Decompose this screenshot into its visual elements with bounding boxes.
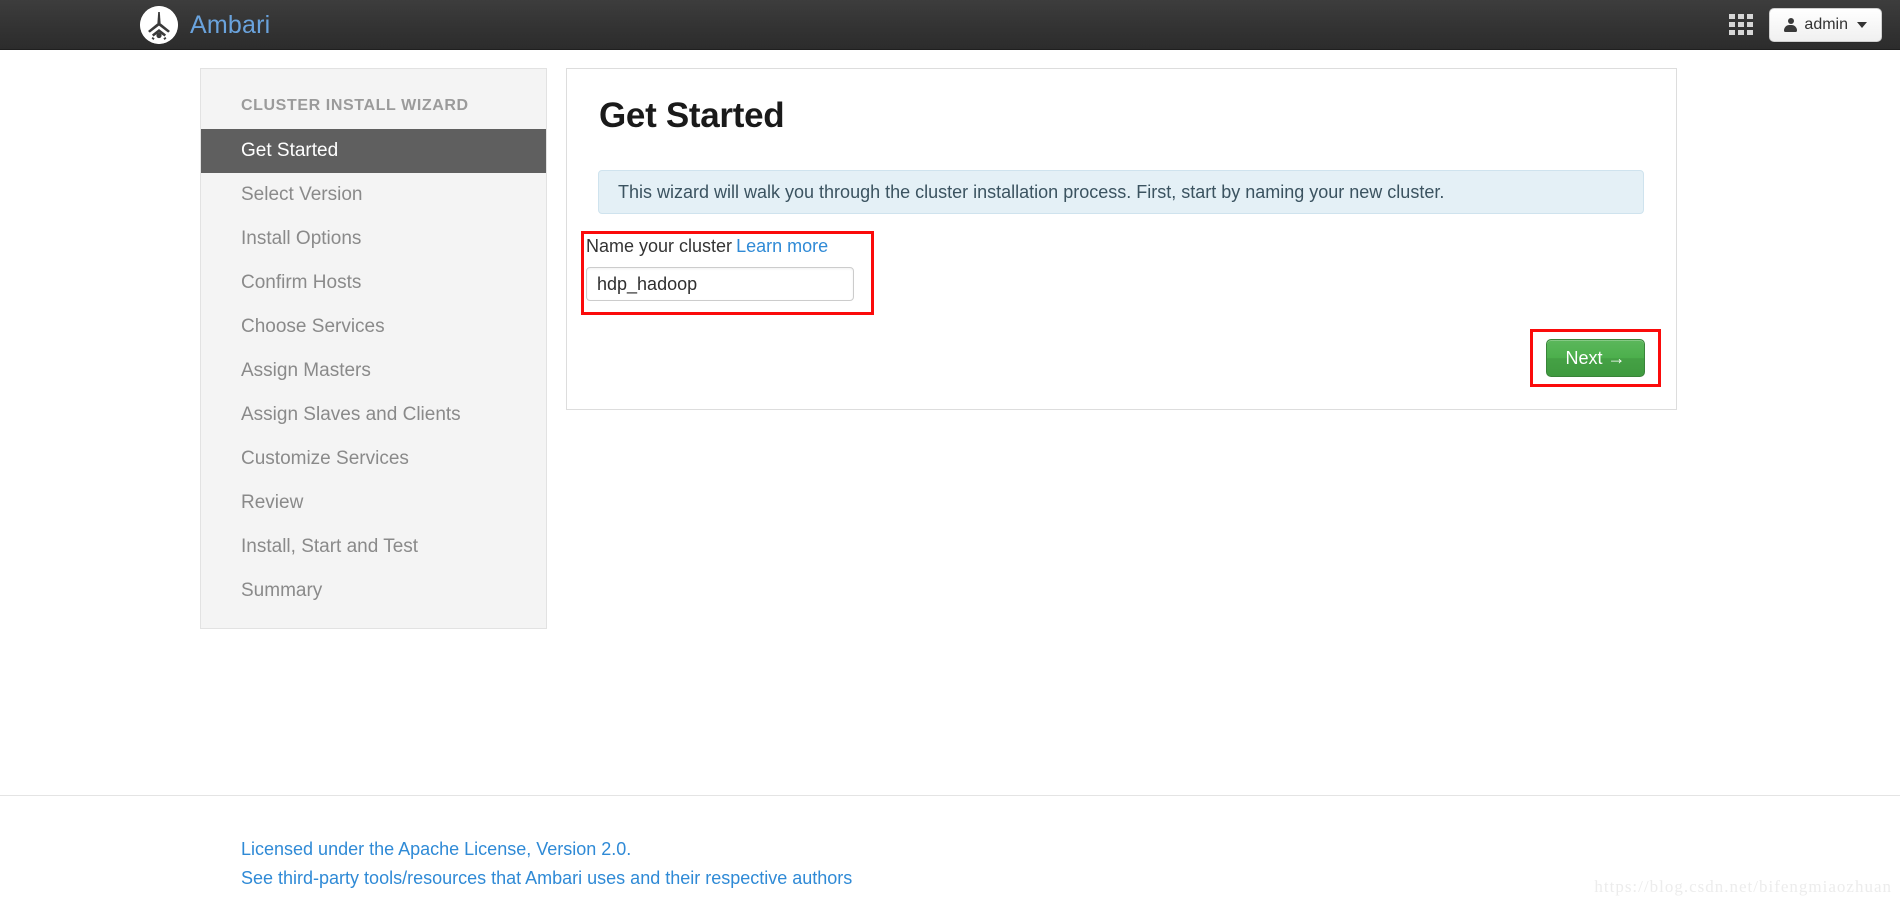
cluster-name-group: Name your cluster Learn more [586,236,869,301]
next-button[interactable]: Next → [1546,339,1645,377]
footer-divider [0,795,1900,796]
cluster-name-label-row: Name your cluster Learn more [586,236,869,257]
nav-right-group: admin [1729,0,1882,50]
learn-more-link[interactable]: Learn more [736,236,828,256]
chevron-down-icon [1857,22,1867,28]
top-navigation-bar: Ambari admin [0,0,1900,50]
sidebar-item-choose-services[interactable]: Choose Services [201,305,546,349]
third-party-tools-link[interactable]: See third-party tools/resources that Amb… [241,864,852,893]
footer: Licensed under the Apache License, Versi… [241,835,852,893]
user-icon [1784,18,1798,32]
cluster-name-input[interactable] [586,267,854,301]
sidebar-item-review[interactable]: Review [201,481,546,525]
ambari-logo-icon [140,6,178,44]
sidebar-item-summary[interactable]: Summary [201,569,546,613]
sidebar-item-assign-slaves-and-clients[interactable]: Assign Slaves and Clients [201,393,546,437]
cluster-install-wizard-sidebar: CLUSTER INSTALL WIZARD Get Started Selec… [200,68,547,629]
sidebar-item-install-options[interactable]: Install Options [201,217,546,261]
apps-grid-icon[interactable] [1729,14,1754,36]
apache-license-link[interactable]: Licensed under the Apache License, Versi… [241,835,852,864]
sidebar-item-assign-masters[interactable]: Assign Masters [201,349,546,393]
info-alert: This wizard will walk you through the cl… [598,170,1644,214]
sidebar-item-get-started[interactable]: Get Started [201,129,546,173]
cluster-name-label: Name your cluster [586,236,733,256]
brand-link[interactable]: Ambari [140,0,270,50]
page-title: Get Started [599,96,785,135]
watermark: https://blog.csdn.net/bifengmiaozhuan [1594,877,1892,896]
sidebar-item-install-start-and-test[interactable]: Install, Start and Test [201,525,546,569]
admin-label: admin [1804,16,1848,33]
brand-title: Ambari [190,10,271,39]
sidebar-heading: CLUSTER INSTALL WIZARD [241,97,469,114]
sidebar-item-customize-services[interactable]: Customize Services [201,437,546,481]
sidebar-item-select-version[interactable]: Select Version [201,173,546,217]
admin-menu-button[interactable]: admin [1769,8,1882,42]
sidebar-item-confirm-hosts[interactable]: Confirm Hosts [201,261,546,305]
